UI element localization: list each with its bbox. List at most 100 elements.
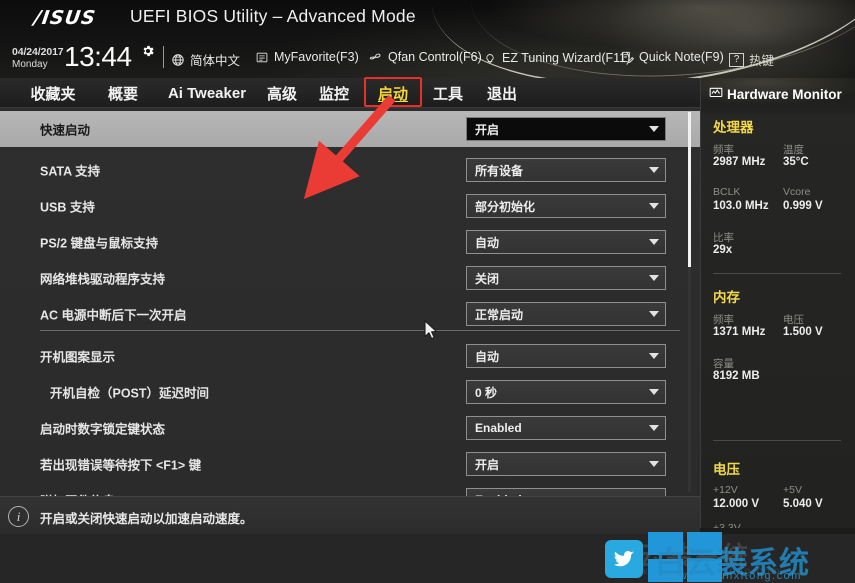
hw-value-12v: 12.000 V: [713, 498, 760, 510]
setting-label: 若出现错误等待按下 <F1> 键: [40, 458, 202, 473]
chevron-down-icon: [643, 275, 665, 281]
hw-value-5v: 5.040 V: [783, 498, 823, 510]
header-item-label: EZ Tuning Wizard(F11): [502, 50, 631, 65]
menu-item-exit[interactable]: 退出: [478, 78, 526, 108]
setting-dropdown[interactable]: 开启: [466, 452, 666, 476]
setting-label: 开机自检（POST）延迟时间: [50, 386, 210, 401]
menu-item-main[interactable]: 概要: [98, 78, 148, 108]
setting-value: 自动: [475, 349, 500, 364]
help-icon: ?: [729, 52, 744, 67]
setting-dropdown[interactable]: 正常启动: [466, 302, 666, 326]
settings-panel: 快速启动 开启 SATA 支持 所有设备 USB 支持 部分初始化 PS/2 键…: [0, 108, 700, 512]
list-icon: [255, 51, 269, 64]
hw-value-memory-capacity: 8192 MB: [713, 370, 760, 382]
setting-label: 网络堆栈驱动程序支持: [40, 272, 166, 287]
hw-section-title-memory: 内存: [713, 290, 740, 305]
setting-value: 关闭: [475, 271, 500, 286]
hw-key-12v: +12V: [713, 484, 738, 496]
setting-label: PS/2 键盘与鼠标支持: [40, 236, 159, 251]
menu-item-tool[interactable]: 工具: [424, 78, 472, 108]
setting-dropdown[interactable]: 部分初始化: [466, 194, 666, 218]
setting-label: 启动时数字锁定键状态: [40, 422, 166, 437]
header-item-language[interactable]: 简体中文: [171, 50, 240, 69]
hw-key-memory-capacity: 容量: [713, 358, 734, 370]
setting-row-fast-boot[interactable]: 快速启动 开启: [0, 111, 700, 147]
hw-section-title-cpu: 处理器: [713, 120, 754, 135]
bulb-icon: [483, 50, 497, 65]
chevron-down-icon: [643, 311, 665, 317]
setting-dropdown[interactable]: 自动: [466, 230, 666, 254]
setting-dropdown[interactable]: 0 秒: [466, 380, 666, 404]
hw-section-title-voltage: 电压: [713, 462, 740, 477]
settings-scrollbar-thumb[interactable]: [688, 112, 691, 267]
setting-dropdown[interactable]: 自动: [466, 344, 666, 368]
setting-dropdown[interactable]: 所有设备: [466, 158, 666, 182]
hw-key-ratio: 比率: [713, 232, 734, 244]
hw-key-cpu-temperature: 温度: [783, 144, 804, 156]
header-item-label: 简体中文: [190, 54, 241, 68]
hw-key-5v: +5V: [783, 484, 802, 496]
menu-item-ai-tweaker[interactable]: Ai Tweaker: [152, 78, 262, 108]
setting-row-network-stack-driver[interactable]: 网络堆栈驱动程序支持 关闭: [0, 260, 700, 296]
chevron-down-icon: [643, 126, 665, 132]
hardware-monitor-title: Hardware Monitor: [727, 87, 842, 102]
header-item-label: 热键: [749, 54, 775, 68]
setting-value: Enabled: [475, 421, 522, 435]
twitter-icon: [605, 540, 643, 578]
setting-row-sata-support[interactable]: SATA 支持 所有设备: [0, 152, 700, 188]
setting-dropdown[interactable]: 关闭: [466, 266, 666, 290]
note-icon: [620, 50, 634, 64]
chevron-down-icon: [643, 389, 665, 395]
header-divider: [163, 46, 164, 68]
header-item-label: Qfan Control(F6): [388, 50, 482, 64]
setting-row-ps2-support[interactable]: PS/2 键盘与鼠标支持 自动: [0, 224, 700, 260]
header-item-quick-note[interactable]: Quick Note(F9): [620, 50, 724, 64]
setting-row-wait-for-f1-if-error[interactable]: 若出现错误等待按下 <F1> 键 开启: [0, 446, 700, 482]
hw-key-memory-frequency: 频率: [713, 314, 734, 326]
setting-dropdown[interactable]: 开启: [466, 117, 666, 141]
setting-row-ac-power-loss[interactable]: AC 电源中断后下一次开启 正常启动: [0, 296, 700, 332]
hw-value-memory-frequency: 1371 MHz: [713, 326, 766, 338]
setting-value: 开启: [475, 122, 500, 137]
menu-item-favorites[interactable]: 收藏夹: [18, 78, 88, 108]
banner-glow: [600, 0, 855, 78]
hw-separator-1: [713, 273, 841, 274]
header-item-hotkeys[interactable]: ? 热键: [729, 50, 774, 69]
chevron-down-icon: [643, 461, 665, 467]
hardware-monitor-title-row: Hardware Monitor: [709, 86, 842, 103]
chevron-down-icon: [643, 167, 665, 173]
monitor-icon: [709, 86, 723, 103]
header-item-myfavorite[interactable]: MyFavorite(F3): [255, 50, 359, 64]
asus-logo: /ISUS: [32, 7, 98, 29]
setting-dropdown[interactable]: Enabled: [466, 416, 666, 440]
title-banner: /ISUS UEFI BIOS Utility – Advanced Mode …: [0, 0, 855, 78]
setting-row-usb-support[interactable]: USB 支持 部分初始化: [0, 188, 700, 224]
gear-icon[interactable]: [141, 44, 155, 58]
info-icon: i: [8, 506, 29, 527]
hw-value-bclk: 103.0 MHz: [713, 200, 769, 212]
menu-item-advanced[interactable]: 高级: [258, 78, 306, 108]
bios-screen: /ISUS UEFI BIOS Utility – Advanced Mode …: [0, 0, 855, 583]
setting-value: 部分初始化: [475, 199, 536, 214]
setting-value: 所有设备: [475, 163, 524, 178]
hardware-monitor-panel: Hardware Monitor 处理器 频率 2987 MHz 温度 35°C…: [700, 78, 855, 534]
setting-row-boot-logo-display[interactable]: 开机图案显示 自动: [0, 338, 700, 374]
menu-item-boot[interactable]: 启动: [364, 78, 422, 108]
header-item-ez-tuning-wizard[interactable]: EZ Tuning Wizard(F11): [483, 50, 630, 65]
help-bar: i 开启或关闭快速启动以加速启动速度。: [0, 496, 700, 534]
globe-icon: [171, 53, 185, 67]
setting-row-bootup-numlock-state[interactable]: 启动时数字锁定键状态 Enabled: [0, 410, 700, 446]
header-item-label: Quick Note(F9): [639, 50, 724, 64]
settings-separator: [40, 330, 680, 331]
header-item-qfan-control[interactable]: Qfan Control(F6): [368, 50, 482, 64]
chevron-down-icon: [643, 353, 665, 359]
setting-label: 开机图案显示: [40, 350, 116, 365]
hw-key-bclk: BCLK: [713, 186, 741, 198]
setting-value: 正常启动: [475, 307, 524, 322]
hw-value-ratio: 29x: [713, 244, 733, 256]
setting-row-post-delay-time[interactable]: 开机自检（POST）延迟时间 0 秒: [0, 374, 700, 410]
menu-item-monitor[interactable]: 监控: [310, 78, 358, 108]
fan-icon: [368, 50, 383, 64]
hw-key-vcore: Vcore: [783, 186, 811, 198]
setting-label: AC 电源中断后下一次开启: [40, 308, 187, 323]
